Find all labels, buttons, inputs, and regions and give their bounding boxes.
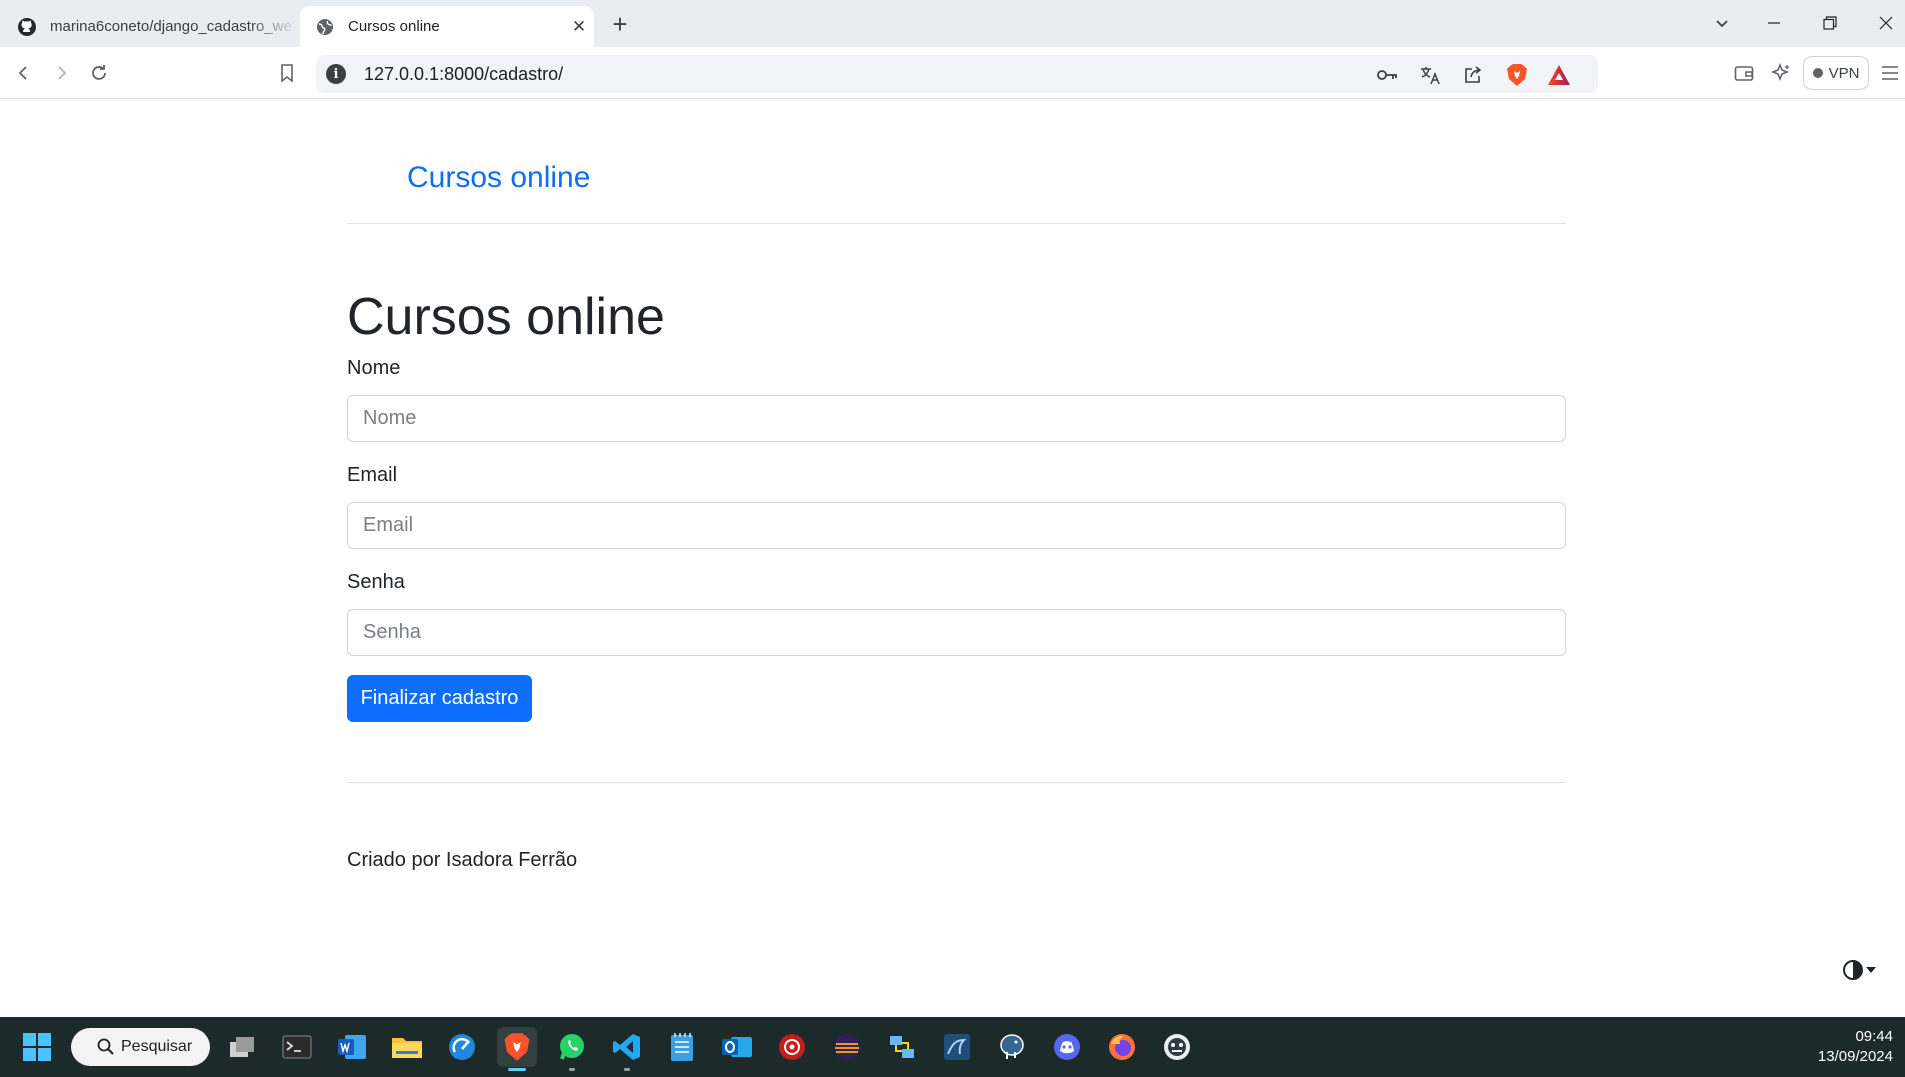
back-icon[interactable] [9, 58, 39, 88]
translate-icon[interactable] [1416, 61, 1444, 89]
brave-rewards-icon[interactable] [1545, 61, 1573, 89]
footer-credit: Criado por Isadora Ferrão [347, 849, 578, 871]
web-page: Cursos online Cursos online Nome Email S… [0, 99, 1905, 1017]
network-tool-icon[interactable] [882, 1027, 922, 1067]
minimize-icon[interactable] [1746, 0, 1802, 45]
close-window-icon[interactable] [1858, 0, 1905, 45]
brave-browser-icon[interactable] [497, 1027, 537, 1071]
file-explorer-icon[interactable] [387, 1027, 427, 1067]
senha-label: Senha [347, 571, 405, 593]
nome-input[interactable] [347, 395, 1566, 442]
senha-input[interactable] [347, 609, 1566, 656]
vpn-label: VPN [1828, 64, 1860, 82]
password-key-icon[interactable] [1374, 61, 1402, 89]
footer-divider [347, 782, 1566, 783]
search-icon [97, 1038, 114, 1055]
start-icon[interactable] [17, 1027, 57, 1067]
globe-icon [314, 16, 336, 38]
windows-taskbar: Pesquisar 09:44 13/09/2024 [0, 1017, 1905, 1077]
brand-link[interactable]: Cursos online [407, 161, 590, 195]
tab-search-chevron-icon[interactable] [1694, 0, 1750, 45]
github-icon [16, 16, 38, 38]
new-tab-button[interactable]: + [604, 8, 636, 40]
eclipse-icon[interactable] [827, 1027, 867, 1067]
finalizar-cadastro-button[interactable]: Finalizar cadastro [347, 675, 532, 722]
browser-toolbar: i 127.0.0.1:8000/cadastro/ VPN [0, 47, 1905, 99]
firefox-icon[interactable] [1102, 1027, 1142, 1067]
tab-title: marina6coneto/django_cadastro_we [50, 18, 292, 35]
outlook-icon[interactable] [717, 1027, 757, 1067]
address-bar[interactable]: i 127.0.0.1:8000/cadastro/ [316, 55, 1598, 93]
tab-cursos-online[interactable]: Cursos online ✕ [300, 6, 594, 47]
mysql-workbench-icon[interactable] [937, 1027, 977, 1067]
restore-icon[interactable] [1802, 0, 1858, 45]
caret-down-icon [1866, 967, 1876, 973]
vpn-status-icon [1812, 68, 1823, 78]
notepad-icon[interactable] [662, 1027, 702, 1067]
nome-label: Nome [347, 357, 401, 379]
browser-tab-strip: marina6coneto/django_cadastro_we Cursos … [0, 0, 1905, 47]
email-label: Email [347, 464, 398, 486]
contrast-icon [1843, 960, 1863, 980]
menu-icon[interactable] [1875, 58, 1905, 88]
vscode-icon[interactable] [607, 1027, 647, 1071]
vpn-button[interactable]: VPN [1803, 56, 1869, 90]
task-view-icon[interactable] [222, 1027, 262, 1067]
speedtest-icon[interactable] [442, 1027, 482, 1067]
wallet-icon[interactable] [1729, 58, 1759, 88]
tab-github[interactable]: marina6coneto/django_cadastro_we [8, 6, 298, 47]
url-text[interactable]: 127.0.0.1:8000/cadastro/ [364, 64, 563, 85]
redis-icon[interactable] [772, 1027, 812, 1067]
taskbar-search[interactable]: Pesquisar [71, 1028, 210, 1066]
brave-shields-icon[interactable] [1503, 61, 1531, 89]
bookmark-icon[interactable] [272, 58, 302, 88]
close-tab-icon[interactable]: ✕ [564, 17, 594, 37]
email-input[interactable] [347, 502, 1566, 549]
share-icon[interactable] [1459, 61, 1487, 89]
system-clock[interactable]: 09:44 13/09/2024 [1818, 1027, 1893, 1067]
theme-toggle[interactable] [1842, 959, 1878, 981]
clock-date: 13/09/2024 [1817, 1048, 1893, 1065]
terminal-icon[interactable] [277, 1027, 317, 1067]
postgresql-icon[interactable] [992, 1027, 1032, 1067]
whatsapp-icon[interactable] [552, 1027, 592, 1071]
site-info-icon[interactable]: i [326, 64, 346, 84]
clock-time: 09:44 [1855, 1028, 1893, 1045]
page-title: Cursos online [347, 288, 665, 346]
header-divider [347, 223, 1566, 224]
word-icon[interactable] [332, 1027, 372, 1067]
search-label: Pesquisar [121, 1038, 193, 1055]
discord-icon[interactable] [1047, 1027, 1087, 1067]
reload-icon[interactable] [84, 58, 114, 88]
tab-title: Cursos online [348, 18, 440, 35]
leo-ai-icon[interactable] [1766, 58, 1796, 88]
gamepad-app-icon[interactable] [1157, 1027, 1197, 1067]
forward-icon[interactable] [46, 58, 76, 88]
